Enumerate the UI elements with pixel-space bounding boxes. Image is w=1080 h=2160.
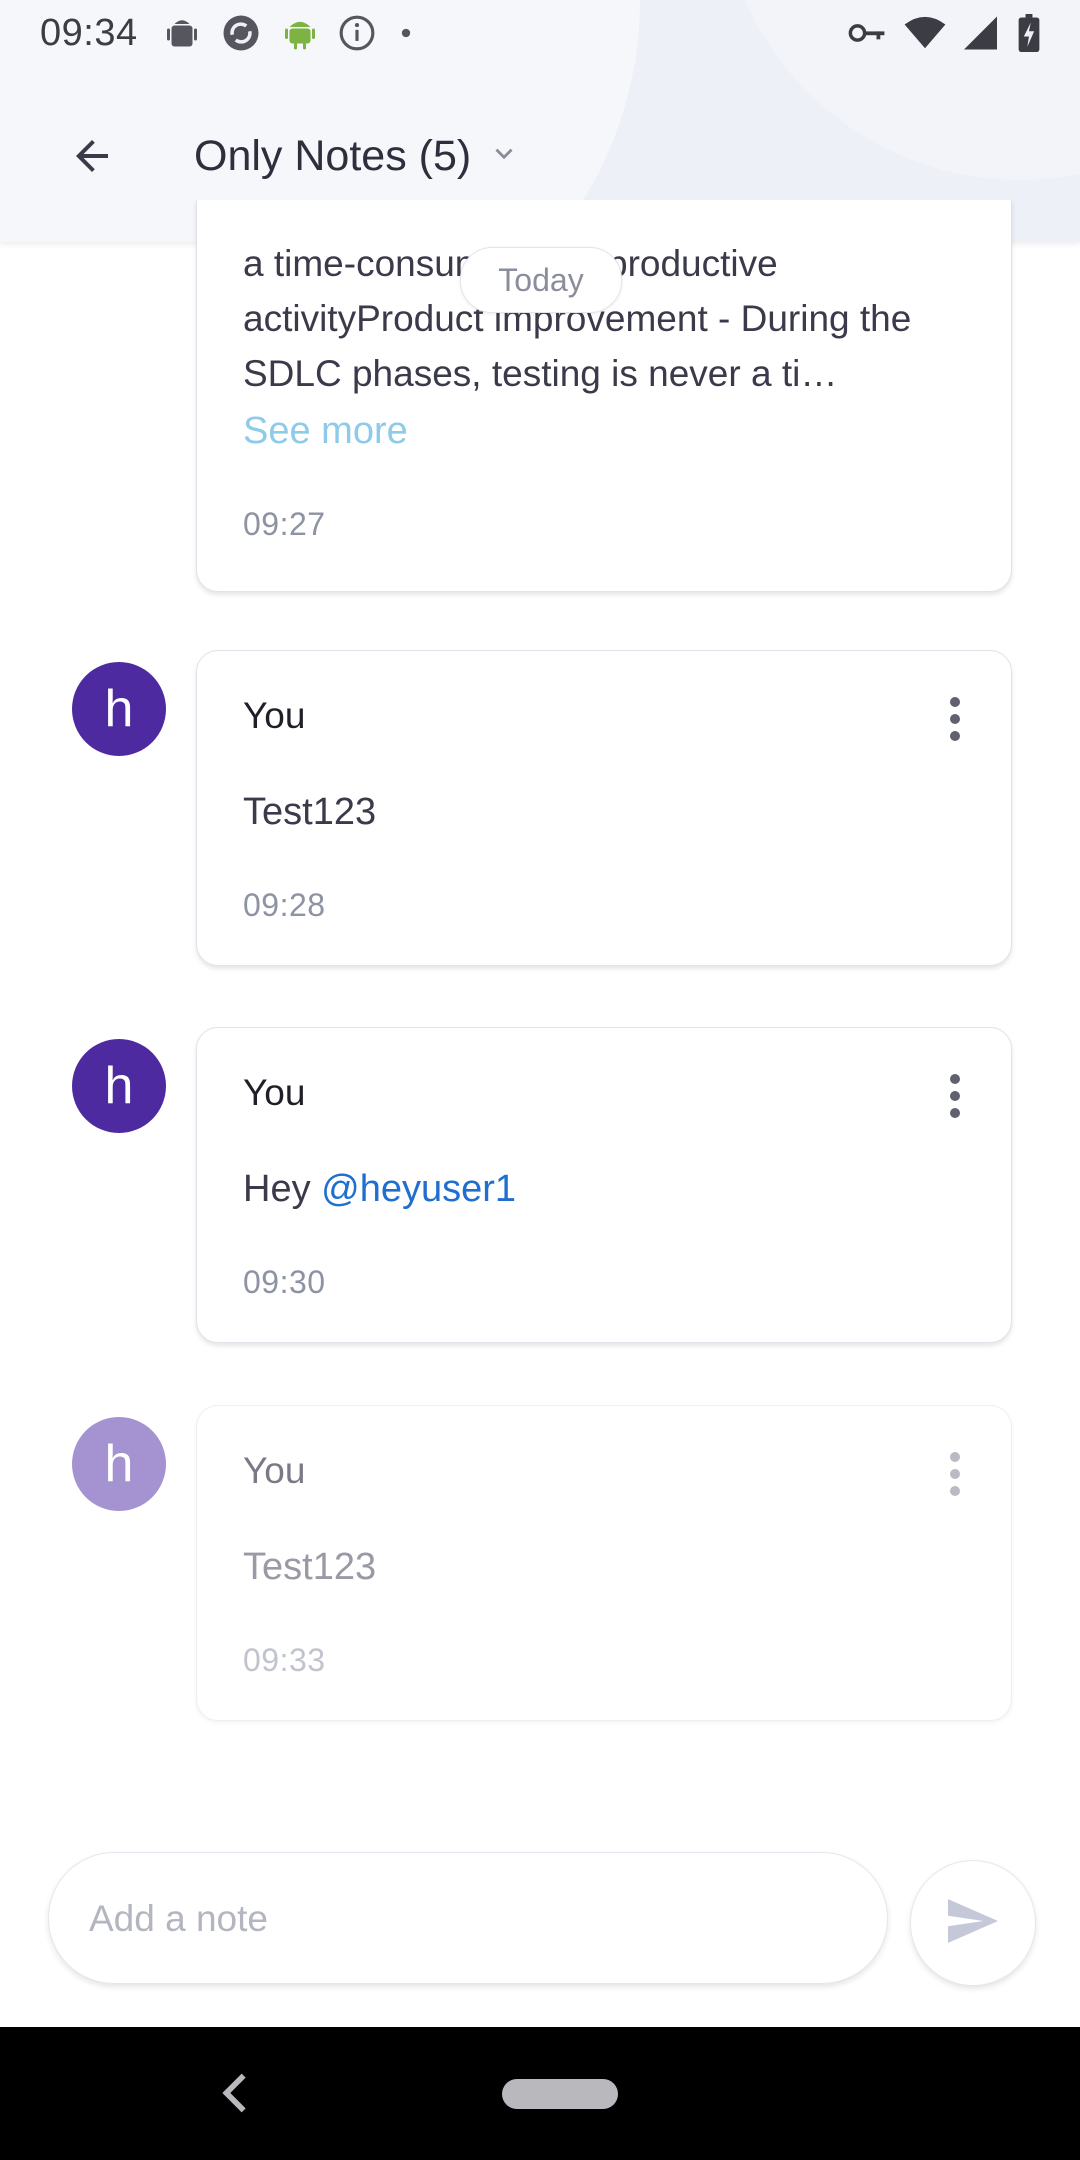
avatar[interactable]: h [72,1039,166,1133]
back-button[interactable] [62,128,122,188]
note-time: 09:33 [243,1642,326,1678]
system-nav-bar [0,2027,1080,2160]
note-card-pending: You Test123 09:33 [196,1405,1012,1721]
status-time: 09:34 [40,11,138,54]
note-menu-button[interactable] [937,1444,973,1504]
user-mention-link[interactable]: @heyuser1 [321,1168,516,1210]
sync-icon [220,12,262,54]
toolbar: Only Notes (5) [0,100,1080,212]
note-time: 09:27 [243,506,326,542]
arrow-left-icon [68,132,116,185]
note-text-prefix: Hey [243,1168,322,1210]
dot-icon [396,23,416,43]
note-text: Hey @heyuser1 [243,1168,516,1211]
system-back-button[interactable] [218,2067,252,2119]
send-icon [948,1898,998,1948]
see-more-link[interactable]: See more [243,410,408,453]
more-vert-icon [950,697,960,707]
note-author: You [243,695,306,736]
note-card: You Hey @heyuser1 09:30 [196,1027,1012,1343]
note-author: You [243,1072,306,1113]
signal-icon [964,16,1000,50]
date-divider: Today [460,247,622,313]
chevron-left-icon [218,2073,252,2123]
note-composer [48,1852,888,1985]
note-time: 09:30 [243,1264,326,1300]
note-text: Test123 [243,791,377,833]
note-card: You Test123 09:28 [196,650,1012,966]
avatar[interactable]: h [72,662,166,756]
notes-filter-dropdown[interactable]: Only Notes (5) [194,124,517,188]
system-home-pill[interactable] [502,2079,618,2109]
note-time: 09:28 [243,887,326,923]
note-menu-button[interactable] [937,689,973,749]
more-vert-icon [950,1074,960,1084]
note-text: Test123 [243,1546,377,1588]
avatar[interactable]: h [72,1417,166,1511]
battery-charging-icon [1018,14,1040,52]
android-debug-icon [164,15,200,51]
send-button[interactable] [910,1860,1036,1986]
more-vert-icon [950,1452,960,1462]
page-title: Only Notes (5) [194,131,472,180]
android-icon [282,14,318,52]
vpn-key-icon [848,18,886,48]
add-note-input[interactable] [87,1853,851,1985]
note-author: You [243,1450,306,1491]
status-bar: 09:34 [0,0,1080,66]
chevron-down-icon [491,141,517,172]
info-icon [338,14,376,52]
note-menu-button[interactable] [937,1066,973,1126]
wifi-icon [904,16,946,50]
